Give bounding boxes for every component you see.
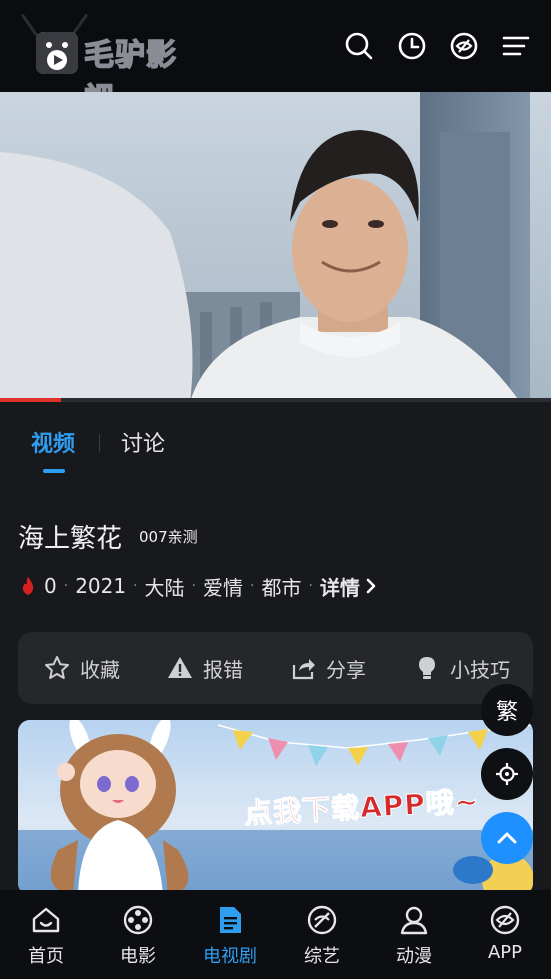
download-app-banner[interactable]: 点我下载APP哦~: [18, 720, 533, 895]
show-year: 2021: [75, 574, 127, 598]
history-icon[interactable]: [396, 30, 428, 62]
show-tag: 007亲测: [139, 528, 198, 546]
detail-link[interactable]: 详情: [320, 572, 360, 601]
video-frame-image: [0, 92, 551, 402]
menu-icon[interactable]: [500, 30, 532, 62]
nav-item-anime[interactable]: 动漫: [368, 890, 460, 979]
film-reel-icon: [123, 905, 153, 935]
site-logo[interactable]: 毛驴影视: [20, 12, 192, 118]
nav-label: 首页: [28, 946, 64, 967]
meta-separator: ·: [250, 578, 255, 594]
document-icon: [220, 907, 241, 933]
show-title: 海上繁花: [18, 524, 123, 554]
meta-separator: ·: [308, 578, 313, 594]
show-meta: 0 · 2021 · 大陆 · 爱情 · 都市 · 详情: [20, 572, 377, 600]
tab-video[interactable]: 视频: [31, 426, 75, 458]
home-icon: [32, 907, 60, 933]
gear-icon: [496, 763, 518, 785]
nav-label: 综艺: [304, 946, 340, 967]
nav-label: 动漫: [396, 946, 432, 967]
chevron-up-icon: [497, 832, 517, 844]
scroll-to-top-button[interactable]: [481, 812, 533, 864]
report-error-button[interactable]: 报错: [167, 632, 243, 704]
app-icon[interactable]: [448, 30, 480, 62]
report-error-label: 报错: [203, 657, 243, 682]
nav-label: 电视剧: [203, 946, 257, 967]
nav-label: APP: [487, 942, 523, 963]
tips-label: 小技巧: [450, 657, 510, 682]
show-region: 大陆: [144, 575, 185, 600]
action-bar: 收藏 报错 分享 小技巧: [18, 632, 533, 704]
video-player[interactable]: [0, 92, 551, 402]
show-genre: 爱情: [203, 575, 243, 600]
favorite-label: 收藏: [80, 657, 120, 682]
warning-icon: [168, 657, 192, 678]
star-icon: [45, 656, 69, 679]
nav-item-tv-series[interactable]: 电视剧: [184, 890, 276, 979]
settings-button[interactable]: [481, 748, 533, 800]
tab-divider: [99, 434, 100, 452]
logo-mascot-icon: [36, 32, 78, 74]
share-label: 分享: [326, 657, 366, 682]
meta-separator: ·: [63, 578, 69, 594]
content-tabs: 视频 讨论: [0, 402, 551, 492]
nav-item-variety[interactable]: 综艺: [276, 890, 368, 979]
share-button[interactable]: 分享: [290, 632, 366, 704]
flame-icon: [22, 577, 34, 595]
search-icon[interactable]: [343, 30, 375, 62]
nav-label: 电影: [120, 946, 156, 967]
heat-count: 0: [44, 574, 57, 598]
chevron-right-icon[interactable]: [365, 578, 377, 594]
favorite-button[interactable]: 收藏: [44, 632, 120, 704]
traditional-chinese-toggle[interactable]: 繁: [481, 684, 533, 736]
meta-separator: ·: [133, 578, 138, 594]
bottom-navigation: 首页 电影 电视剧 综艺 动漫 APP: [0, 890, 551, 979]
active-tab-indicator: [43, 469, 65, 473]
nav-item-home[interactable]: 首页: [0, 890, 92, 979]
nav-item-app[interactable]: APP: [459, 890, 551, 979]
show-genre: 都市: [261, 575, 302, 600]
nav-item-movies[interactable]: 电影: [92, 890, 184, 979]
meta-separator: ·: [191, 578, 196, 594]
lightbulb-icon: [419, 657, 435, 679]
variety-icon: [307, 905, 337, 935]
tab-discussion[interactable]: 讨论: [121, 426, 165, 458]
app-icon: [490, 905, 520, 935]
top-header: 毛驴影视: [0, 0, 551, 118]
share-icon: [292, 659, 315, 680]
person-icon: [400, 906, 428, 935]
